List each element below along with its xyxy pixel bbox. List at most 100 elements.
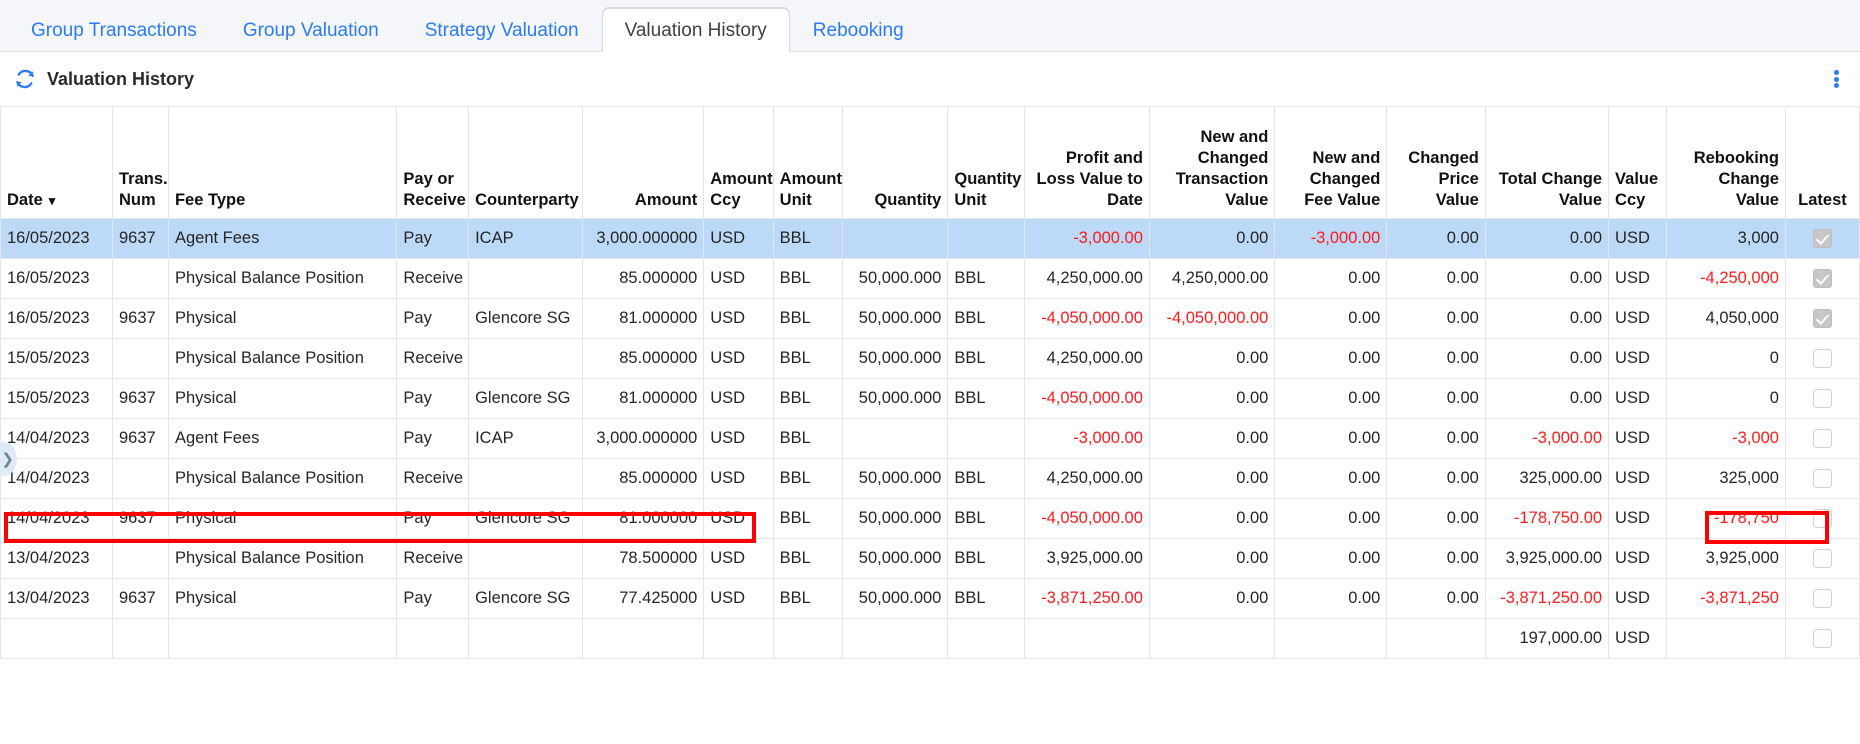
cell-latest[interactable] [1784,538,1860,579]
cell-changed-price-value[interactable]: 0.00 [1386,578,1486,619]
cell-changed-price-value[interactable]: 0.00 [1386,418,1486,459]
cell-pay-or-receive[interactable]: Pay [396,498,470,539]
cell-new-and-changed-fee-value[interactable]: 0.00 [1274,418,1388,459]
column-header-new-and-changed-transaction-value[interactable]: New and Changed Transaction Value [1148,106,1276,219]
cell-value-ccy[interactable]: USD [1608,338,1668,379]
column-header-value-ccy[interactable]: Value Ccy [1608,106,1668,219]
cell-new-and-changed-transaction-value[interactable]: 0.00 [1148,378,1276,419]
cell-value-ccy[interactable]: USD [1608,538,1668,579]
cell-rebooking-change-value[interactable]: -3,871,250 [1666,578,1786,619]
cell-rebooking-change-value[interactable]: 4,050,000 [1666,298,1786,339]
column-header-profit-and-loss-value-to-date[interactable]: Profit and Loss Value to Date [1023,106,1150,219]
cell-value-ccy[interactable]: USD [1608,458,1668,499]
cell-total-change-value[interactable]: 0.00 [1484,258,1610,299]
latest-checkbox[interactable] [1812,389,1832,409]
cell-counterparty[interactable]: Glencore SG [468,298,584,339]
cell-value-ccy[interactable]: USD [1608,578,1668,619]
cell-value-ccy[interactable]: USD [1608,298,1668,339]
cell-changed-price-value[interactable]: 0.00 [1386,218,1486,259]
column-header-quantity-unit[interactable]: Quantity Unit [947,106,1025,219]
cell-new-and-changed-fee-value[interactable]: -3,000.00 [1274,218,1388,259]
cell-quantity-unit[interactable]: BBL [947,258,1025,299]
latest-checkbox[interactable] [1812,509,1832,529]
cell-quantity[interactable]: 50,000.000 [842,578,949,619]
cell-changed-price-value[interactable]: 0.00 [1386,458,1486,499]
cell-changed-price-value[interactable]: 0.00 [1386,498,1486,539]
cell-amount-unit[interactable]: BBL [772,378,844,419]
cell-trans-num[interactable] [111,258,169,299]
cell-amount-ccy[interactable]: USD [703,578,774,619]
latest-checkbox[interactable] [1812,309,1832,329]
cell-value-ccy[interactable]: USD [1608,498,1668,539]
cell-amount[interactable]: 77.425000 [582,578,705,619]
cell-new-and-changed-transaction-value[interactable]: 4,250,000.00 [1148,258,1276,299]
cell-quantity[interactable] [842,418,949,459]
cell-new-and-changed-fee-value[interactable]: 0.00 [1274,258,1388,299]
latest-checkbox[interactable] [1812,269,1832,289]
cell-total-change-value[interactable]: -178,750.00 [1484,498,1610,539]
cell-changed-price-value[interactable]: 0.00 [1386,338,1486,379]
column-header-quantity[interactable]: Quantity [842,106,949,219]
column-header-amount-ccy[interactable]: Amount Ccy [703,106,774,219]
cell-rebooking-change-value[interactable]: 3,000 [1666,218,1786,259]
latest-checkbox[interactable] [1812,549,1832,569]
cell-rebooking-change-value[interactable]: -3,000 [1666,418,1786,459]
cell-amount-unit[interactable]: BBL [772,458,844,499]
cell-quantity-unit[interactable] [947,418,1025,459]
cell-quantity-unit[interactable]: BBL [947,498,1025,539]
cell-amount-unit[interactable]: BBL [772,418,844,459]
cell-latest[interactable] [1784,218,1860,259]
cell-fee-type[interactable]: Physical [167,578,398,619]
cell-total-change-value[interactable]: 0.00 [1484,298,1610,339]
cell-value-ccy[interactable]: USD [1608,218,1668,259]
cell-latest[interactable] [1784,378,1860,419]
cell-amount-ccy[interactable]: USD [703,458,774,499]
cell-date[interactable]: 16/05/2023 [0,218,113,259]
cell-profit-and-loss-value-to-date[interactable]: -3,871,250.00 [1023,578,1150,619]
cell-quantity[interactable]: 50,000.000 [842,258,949,299]
cell-pay-or-receive[interactable]: Pay [396,378,470,419]
cell-amount-unit[interactable]: BBL [772,258,844,299]
cell-quantity-unit[interactable]: BBL [947,578,1025,619]
cell-pay-or-receive[interactable]: Receive [396,338,470,379]
cell-amount-unit[interactable]: BBL [772,338,844,379]
latest-checkbox[interactable] [1812,469,1832,489]
footer-latest-cell[interactable] [1784,618,1860,659]
cell-fee-type[interactable]: Physical [167,298,398,339]
cell-amount-ccy[interactable]: USD [703,218,774,259]
cell-total-change-value[interactable]: 0.00 [1484,218,1610,259]
cell-profit-and-loss-value-to-date[interactable]: -4,050,000.00 [1023,298,1150,339]
cell-new-and-changed-transaction-value[interactable]: 0.00 [1148,218,1276,259]
table-row[interactable]: 14/04/2023 9637 Physical Pay Glencore SG 81.0… [0,498,1860,539]
cell-total-change-value[interactable]: 0.00 [1484,338,1610,379]
cell-pay-or-receive[interactable]: Receive [396,458,470,499]
column-header-amount-unit[interactable]: Amount Unit [772,106,844,219]
cell-new-and-changed-fee-value[interactable]: 0.00 [1274,538,1388,579]
cell-pay-or-receive[interactable]: Pay [396,218,470,259]
cell-new-and-changed-fee-value[interactable]: 0.00 [1274,458,1388,499]
cell-pay-or-receive[interactable]: Pay [396,298,470,339]
cell-fee-type[interactable]: Physical Balance Position [167,338,398,379]
cell-rebooking-change-value[interactable]: 3,925,000 [1666,538,1786,579]
cell-counterparty[interactable]: Glencore SG [468,578,584,619]
latest-checkbox[interactable] [1812,229,1832,249]
table-row[interactable]: 16/05/2023 9637 Agent Fees Pay ICAP 3,000.000… [0,218,1860,259]
cell-fee-type[interactable]: Agent Fees [167,218,398,259]
kebab-menu-icon[interactable] [1826,68,1846,90]
cell-new-and-changed-fee-value[interactable]: 0.00 [1274,378,1388,419]
cell-latest[interactable] [1784,338,1860,379]
cell-quantity-unit[interactable]: BBL [947,378,1025,419]
cell-date[interactable]: 16/05/2023 [0,298,113,339]
cell-counterparty[interactable]: Glencore SG [468,498,584,539]
cell-total-change-value[interactable]: -3,000.00 [1484,418,1610,459]
cell-profit-and-loss-value-to-date[interactable]: -3,000.00 [1023,218,1150,259]
cell-changed-price-value[interactable]: 0.00 [1386,298,1486,339]
cell-quantity-unit[interactable]: BBL [947,338,1025,379]
cell-new-and-changed-fee-value[interactable]: 0.00 [1274,338,1388,379]
cell-amount-unit[interactable]: BBL [772,578,844,619]
cell-amount-unit[interactable]: BBL [772,298,844,339]
cell-amount[interactable]: 85.000000 [582,458,705,499]
cell-counterparty[interactable]: Glencore SG [468,378,584,419]
latest-checkbox[interactable] [1812,349,1832,369]
cell-new-and-changed-fee-value[interactable]: 0.00 [1274,498,1388,539]
